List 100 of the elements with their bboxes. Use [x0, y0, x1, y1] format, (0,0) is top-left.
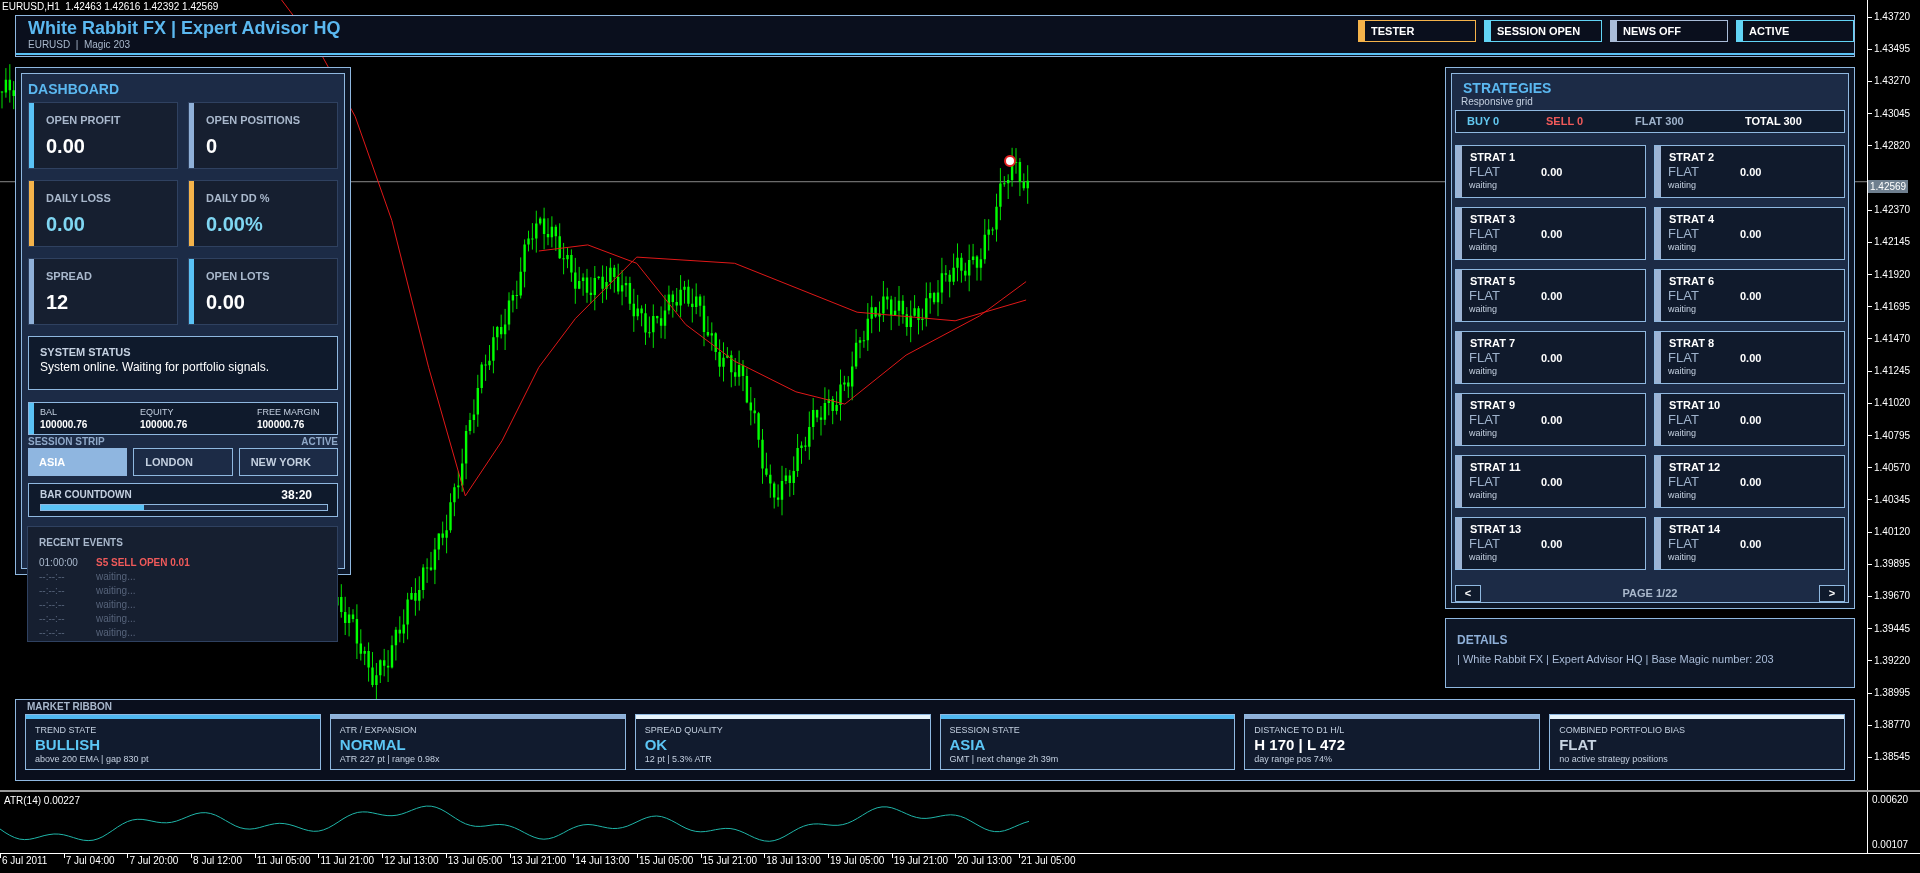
strategy-status: waiting: [1469, 428, 1498, 439]
event-text: waiting...: [96, 584, 136, 598]
account-value: 100000.76: [40, 418, 89, 431]
event-time: 01:00:00: [39, 556, 79, 570]
metric-label: DAILY DD %: [206, 191, 270, 205]
strategies-subtitle: Responsive grid: [1460, 96, 1534, 107]
strategy-name: STRAT 3: [1469, 212, 1517, 226]
price-label: 1.39220: [1874, 654, 1911, 667]
strategy-status: waiting: [1668, 490, 1697, 501]
metric-value: 0: [206, 134, 219, 159]
strategy-state: FLAT: [1469, 288, 1501, 304]
ribbon-card-label: SESSION STATE: [949, 724, 1021, 736]
strategy-card[interactable]: STRAT 10 FLAT 0.00 waiting: [1654, 393, 1845, 446]
strategy-state: FLAT: [1668, 226, 1700, 242]
strategy-name: STRAT 10: [1668, 398, 1722, 412]
time-label: 7 Jul 20:00: [129, 854, 179, 868]
strategy-card[interactable]: STRAT 2 FLAT 0.00 waiting: [1654, 145, 1845, 198]
event-text: waiting...: [96, 612, 136, 626]
strategy-accent-bar: [1456, 332, 1462, 383]
summary-count: FLAT 300: [1635, 114, 1685, 130]
strategy-value: 0.00: [1541, 165, 1563, 180]
strategy-accent-bar: [1456, 146, 1462, 197]
badge-label: NEWS OFF: [1622, 24, 1682, 39]
session-strip-status: ACTIVE: [301, 436, 338, 448]
metric-label: SPREAD: [46, 269, 92, 283]
account-value: 100000.76: [140, 418, 189, 431]
strategy-card[interactable]: STRAT 12 FLAT 0.00 waiting: [1654, 455, 1845, 508]
price-label: 1.38995: [1874, 687, 1911, 700]
strategy-card[interactable]: STRAT 5 FLAT 0.00 waiting: [1455, 269, 1646, 322]
strategy-accent-bar: [1655, 518, 1661, 569]
price-label: 1.41920: [1874, 268, 1911, 281]
metric-value: 0.00: [206, 290, 246, 315]
time-label: 13 Jul 21:00: [511, 854, 566, 868]
price-label: 1.43495: [1874, 43, 1911, 56]
price-label: 1.43045: [1874, 107, 1911, 120]
ribbon-card-value: OK: [644, 736, 669, 754]
session-tab[interactable]: NEW YORK: [238, 448, 338, 476]
strategy-value: 0.00: [1541, 413, 1563, 428]
strategy-card[interactable]: STRAT 1 FLAT 0.00 waiting: [1455, 145, 1646, 198]
strategy-card[interactable]: STRAT 8 FLAT 0.00 waiting: [1654, 331, 1845, 384]
strategy-accent-bar: [1456, 270, 1462, 321]
price-label: 1.42370: [1874, 204, 1911, 217]
strategy-value: 0.00: [1740, 289, 1762, 304]
metric-label: OPEN PROFIT: [46, 113, 121, 127]
strategy-accent-bar: [1655, 332, 1661, 383]
strategy-card[interactable]: STRAT 11 FLAT 0.00 waiting: [1455, 455, 1646, 508]
metric-label: OPEN LOTS: [206, 269, 270, 283]
event-text: waiting...: [96, 570, 136, 584]
time-label: 11 Jul 05:00: [256, 854, 311, 868]
strategy-state: FLAT: [1668, 288, 1700, 304]
details-text: | White Rabbit FX | Expert Advisor HQ | Base Magic number: 203: [1457, 652, 1775, 666]
strategy-card[interactable]: STRAT 9 FLAT 0.00 waiting: [1455, 393, 1646, 446]
strategy-accent-bar: [1456, 208, 1462, 259]
price-label: 1.40120: [1874, 526, 1911, 539]
ribbon-card-label: SPREAD QUALITY: [644, 724, 724, 736]
strategy-card[interactable]: STRAT 6 FLAT 0.00 waiting: [1654, 269, 1845, 322]
strategy-card[interactable]: STRAT 4 FLAT 0.00 waiting: [1654, 207, 1845, 260]
event-time: --:--:--: [39, 626, 66, 640]
ribbon-card-note: no active strategy positions: [1559, 754, 1669, 765]
price-label: 1.40570: [1874, 461, 1911, 474]
ribbon-card-value: BULLISH: [35, 736, 101, 754]
ribbon-card-label: DISTANCE TO D1 H/L: [1254, 724, 1346, 736]
ribbon-card-label: COMBINED PORTFOLIO BIAS: [1559, 724, 1686, 736]
ribbon-card-label: ATR / EXPANSION: [339, 724, 418, 736]
price-label: 1.43720: [1874, 11, 1911, 24]
ribbon-card-label: TREND STATE: [35, 724, 98, 736]
summary-count: TOTAL 300: [1745, 114, 1803, 130]
bar-countdown-time: 38:20: [281, 488, 312, 502]
metric-value: 12: [46, 290, 70, 315]
strategy-card[interactable]: STRAT 13 FLAT 0.00 waiting: [1455, 517, 1646, 570]
strategy-value: 0.00: [1541, 351, 1563, 366]
session-tab[interactable]: LONDON: [133, 448, 233, 476]
trade-marker-icon: [1004, 155, 1016, 167]
strategy-status: waiting: [1668, 304, 1697, 315]
ribbon-card-value: H 170 | L 472: [1254, 736, 1346, 754]
strategy-value: 0.00: [1740, 351, 1762, 366]
next-page-button[interactable]: >: [1819, 585, 1845, 602]
strategy-name: STRAT 7: [1469, 336, 1517, 350]
strategy-name: STRAT 4: [1668, 212, 1716, 226]
strategy-value: 0.00: [1740, 537, 1762, 552]
time-label: 15 Jul 21:00: [702, 854, 758, 868]
strategy-state: FLAT: [1469, 536, 1501, 552]
previous-page-button[interactable]: <: [1455, 585, 1481, 602]
strategy-status: waiting: [1469, 304, 1498, 315]
time-label: 7 Jul 04:00: [65, 854, 115, 868]
strategy-card[interactable]: STRAT 14 FLAT 0.00 waiting: [1654, 517, 1845, 570]
strategy-state: FLAT: [1469, 412, 1501, 428]
header-subtitle: EURUSD | Magic 203: [28, 39, 132, 50]
price-label: 1.39895: [1874, 558, 1911, 571]
strategy-card[interactable]: STRAT 7 FLAT 0.00 waiting: [1455, 331, 1646, 384]
strategy-name: STRAT 14: [1668, 522, 1722, 536]
event-text: waiting...: [96, 626, 136, 640]
event-text: S5 SELL OPEN 0.01: [96, 556, 190, 570]
dashboard-title: DASHBOARD: [28, 80, 120, 98]
strategy-card[interactable]: STRAT 3 FLAT 0.00 waiting: [1455, 207, 1646, 260]
strategy-value: 0.00: [1541, 475, 1563, 490]
strategy-status: waiting: [1668, 428, 1697, 439]
market-ribbon-title: MARKET RIBBON: [26, 700, 113, 713]
ribbon-card-note: 12 pt | 5.3% ATR: [644, 754, 713, 765]
event-text: waiting...: [96, 598, 136, 612]
